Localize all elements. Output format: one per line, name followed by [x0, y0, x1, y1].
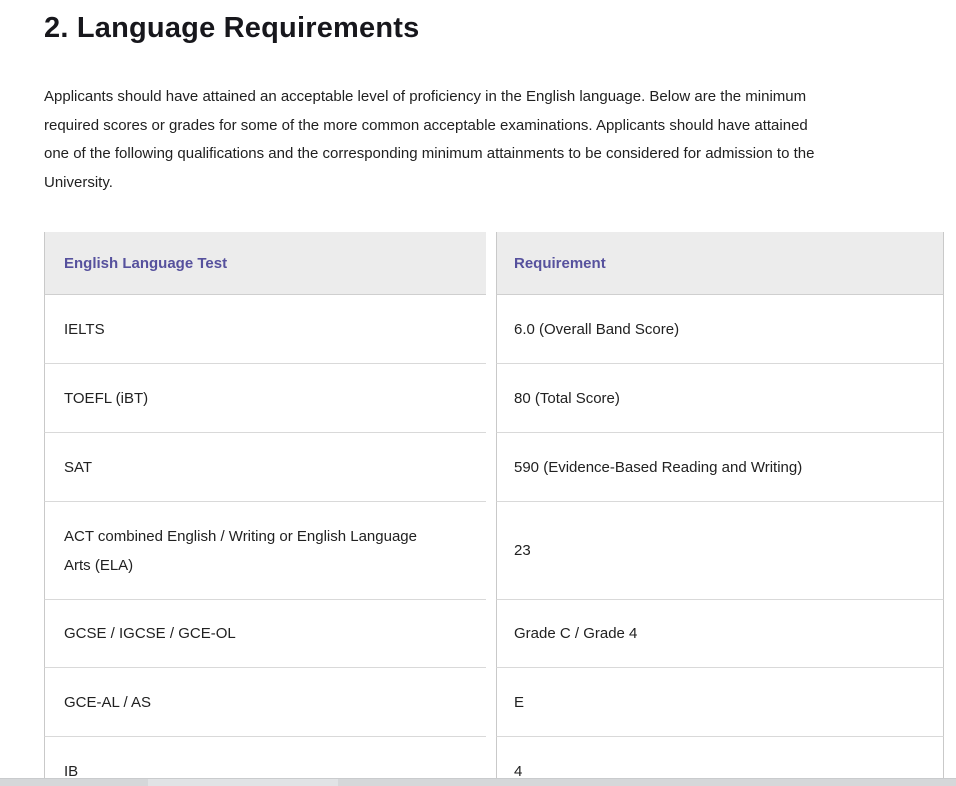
bottom-edge-strip: [0, 778, 956, 786]
intro-paragraph: Applicants should have attained an accep…: [44, 83, 949, 197]
page-content: 2. Language Requirements Applicants shou…: [0, 0, 956, 786]
language-requirements-table: English Language Test Requirement IELTS …: [44, 232, 944, 786]
cell-test: SAT: [44, 433, 486, 502]
cell-requirement: E: [496, 668, 944, 737]
cell-test: GCE-AL / AS: [44, 668, 486, 737]
column-header-test: English Language Test: [44, 232, 486, 295]
cell-requirement: Grade C / Grade 4: [496, 600, 944, 668]
cell-test: TOEFL (iBT): [44, 364, 486, 433]
cell-test: GCSE / IGCSE / GCE-OL: [44, 600, 486, 668]
cell-requirement: 6.0 (Overall Band Score): [496, 295, 944, 364]
column-header-requirement: Requirement: [496, 232, 944, 295]
cell-requirement: 590 (Evidence-Based Reading and Writing): [496, 433, 944, 502]
cell-requirement: 23: [496, 502, 944, 600]
page-title: 2. Language Requirements: [44, 9, 956, 47]
bottom-edge-strip-light-segment: [148, 779, 338, 786]
cell-requirement: 80 (Total Score): [496, 364, 944, 433]
cell-test: ACT combined English / Writing or Englis…: [44, 502, 486, 600]
cell-test: IELTS: [44, 295, 486, 364]
